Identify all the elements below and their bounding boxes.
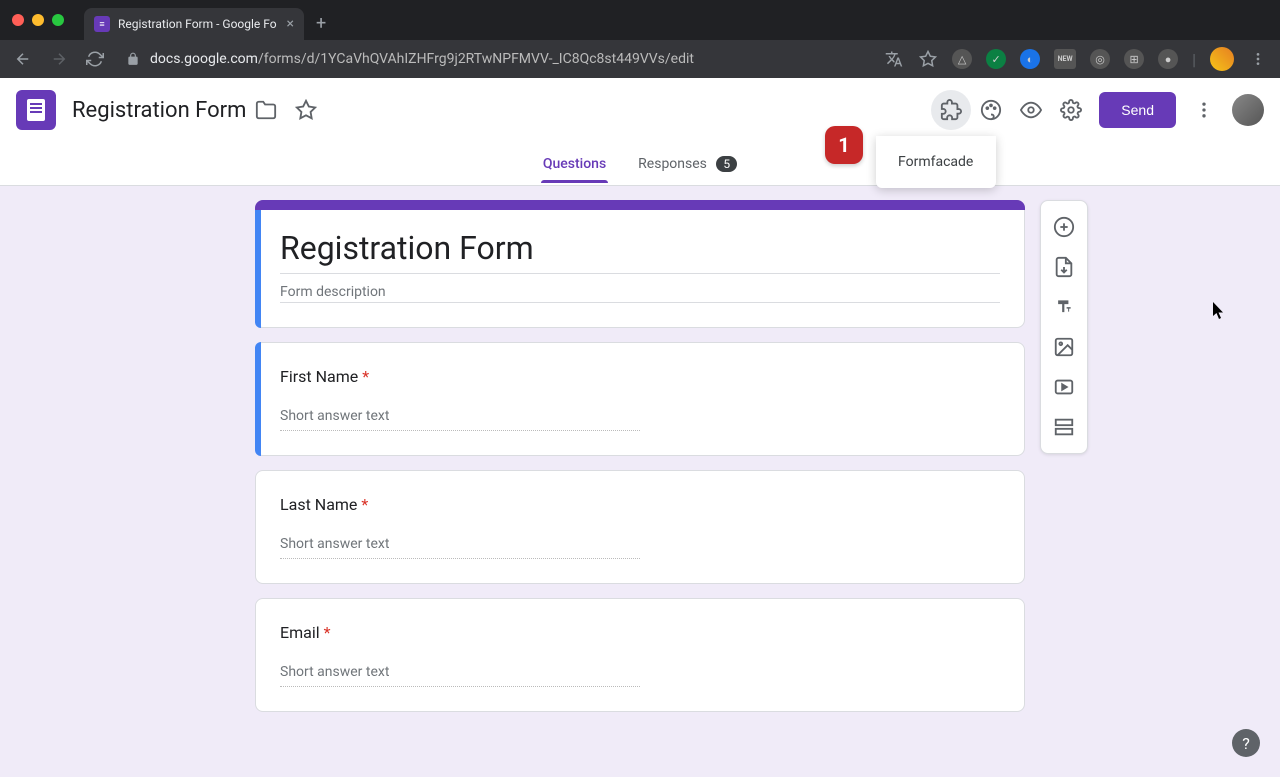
form-header-card[interactable]: Registration Form Form description — [255, 200, 1025, 328]
addon-menu-item[interactable]: Formfacade — [898, 154, 973, 170]
app-header: Registration Form Send — [0, 78, 1280, 142]
tab-title: Registration Form - Google Fo — [118, 17, 279, 31]
browser-tab[interactable]: ≡ Registration Form - Google Fo × — [84, 8, 304, 40]
add-image-icon[interactable] — [1044, 327, 1084, 367]
nav-bar: docs.google.com/forms/d/1YCaVhQVAhIZHFrg… — [0, 40, 1280, 78]
extension-new-icon[interactable]: NEW — [1054, 49, 1076, 69]
add-section-icon[interactable] — [1044, 407, 1084, 447]
extension-icons: △ ✓ ◐ NEW ◎ ⊞ ● | — [884, 47, 1268, 71]
star-icon[interactable] — [286, 90, 326, 130]
close-window-icon[interactable] — [12, 14, 24, 26]
answer-placeholder: Short answer text — [280, 408, 640, 431]
doc-title[interactable]: Registration Form — [72, 98, 246, 123]
tab-responses[interactable]: Responses 5 — [636, 146, 739, 182]
more-menu-icon[interactable] — [1184, 90, 1224, 130]
extension-icon[interactable]: ◎ — [1090, 49, 1110, 69]
question-label: First Name* — [280, 367, 1000, 386]
extension-icon[interactable]: ● — [1158, 49, 1178, 69]
new-tab-button[interactable]: + — [316, 13, 326, 34]
add-video-icon[interactable] — [1044, 367, 1084, 407]
import-questions-icon[interactable] — [1044, 247, 1084, 287]
bookmark-star-icon[interactable] — [918, 49, 938, 69]
addon-popup[interactable]: Formfacade — [876, 136, 996, 188]
favicon-icon: ≡ — [94, 16, 110, 32]
translate-icon[interactable] — [884, 49, 904, 69]
tab-responses-label: Responses — [638, 156, 707, 172]
reload-button[interactable] — [84, 50, 106, 68]
add-title-icon[interactable] — [1044, 287, 1084, 327]
mouse-cursor-icon — [1213, 302, 1227, 320]
forward-button — [48, 50, 70, 68]
question-label: Last Name* — [280, 495, 1000, 514]
account-avatar[interactable] — [1232, 94, 1264, 126]
add-question-icon[interactable] — [1044, 207, 1084, 247]
floating-toolbar — [1040, 200, 1088, 454]
back-button[interactable] — [12, 50, 34, 68]
browser-menu-icon[interactable] — [1248, 49, 1268, 69]
form-column: Registration Form Form description First… — [255, 200, 1025, 777]
form-title-input[interactable]: Registration Form — [280, 223, 1000, 274]
preview-icon[interactable] — [1011, 90, 1051, 130]
window-controls — [12, 14, 64, 26]
send-button[interactable]: Send — [1099, 92, 1176, 128]
tab-questions[interactable]: Questions — [541, 146, 608, 182]
form-canvas: Registration Form Form description First… — [0, 186, 1280, 777]
browser-chrome: ≡ Registration Form - Google Fo × + docs… — [0, 0, 1280, 78]
annotation-badge: 1 — [825, 126, 863, 164]
extension-icon[interactable]: ✓ — [986, 49, 1006, 69]
form-description-input[interactable]: Form description — [280, 274, 1000, 303]
browser-profile-avatar[interactable] — [1210, 47, 1234, 71]
question-label: Email* — [280, 623, 1000, 642]
lock-icon — [126, 52, 140, 66]
extension-icon[interactable]: △ — [952, 49, 972, 69]
address-bar[interactable]: docs.google.com/forms/d/1YCaVhQVAhIZHFrg… — [120, 51, 870, 67]
form-tabs: Questions Responses 5 — [0, 142, 1280, 186]
palette-icon[interactable] — [971, 90, 1011, 130]
question-card[interactable]: Last Name* Short answer text — [255, 470, 1025, 584]
minimize-window-icon[interactable] — [32, 14, 44, 26]
response-count-badge: 5 — [716, 156, 737, 172]
maximize-window-icon[interactable] — [52, 14, 64, 26]
addons-icon[interactable] — [931, 90, 971, 130]
settings-icon[interactable] — [1051, 90, 1091, 130]
help-button[interactable]: ? — [1232, 729, 1260, 757]
close-tab-icon[interactable]: × — [287, 16, 294, 32]
answer-placeholder: Short answer text — [280, 664, 640, 687]
folder-icon[interactable] — [246, 90, 286, 130]
question-card[interactable]: Email* Short answer text — [255, 598, 1025, 712]
url-text: docs.google.com/forms/d/1YCaVhQVAhIZHFrg… — [150, 51, 694, 67]
tab-bar: ≡ Registration Form - Google Fo × + — [0, 0, 1280, 40]
extension-icon[interactable]: ⊞ — [1124, 49, 1144, 69]
question-card[interactable]: First Name* Short answer text — [255, 342, 1025, 456]
forms-logo-icon[interactable] — [16, 90, 56, 130]
answer-placeholder: Short answer text — [280, 536, 640, 559]
extension-icon[interactable]: ◐ — [1020, 49, 1040, 69]
